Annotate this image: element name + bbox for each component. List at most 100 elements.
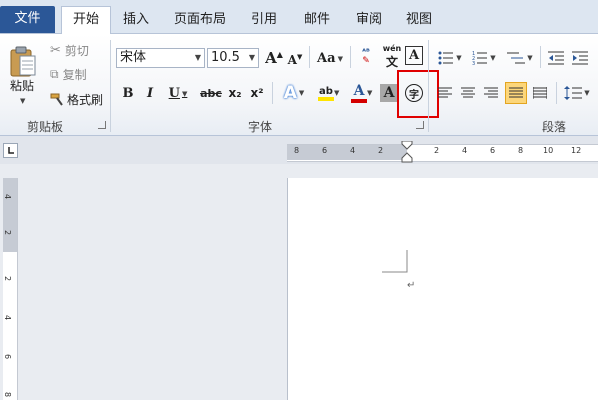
underline-icon: U	[168, 85, 180, 101]
character-shading-button[interactable]: A	[380, 84, 398, 102]
character-shading-icon: A	[383, 85, 395, 101]
indent-marker[interactable]	[401, 141, 413, 163]
bullet-list-icon	[438, 51, 454, 65]
tab-file[interactable]: 文件	[0, 6, 55, 33]
ruler-number: 8	[294, 146, 300, 155]
paragraph-mark-icon: ↵	[407, 280, 416, 291]
ruler-number: 12	[571, 146, 582, 155]
chevron-down-icon[interactable]: ▼	[334, 89, 339, 97]
separator	[309, 46, 310, 68]
tab-page-layout[interactable]: 页面布局	[166, 7, 234, 33]
grow-font-icon: A	[265, 49, 277, 67]
shrink-font-icon: A	[287, 53, 297, 67]
subscript-icon: x₂	[228, 86, 242, 100]
font-name-combo[interactable]: 宋体 ▼	[116, 48, 205, 68]
strikethrough-button[interactable]: abc	[200, 84, 222, 102]
superscript-icon: x²	[250, 86, 264, 100]
strikethrough-icon: abc	[200, 86, 222, 100]
left-tab-icon	[8, 147, 14, 154]
highlighter-icon: ab	[319, 85, 333, 97]
format-painter-button[interactable]: 格式刷	[50, 91, 103, 107]
multilevel-list-button[interactable]: ▼	[504, 48, 536, 68]
tab-selector-button[interactable]	[3, 143, 18, 158]
ruler-number: 4	[350, 146, 356, 155]
bold-button[interactable]: B	[120, 84, 136, 102]
character-border-button[interactable]: A	[405, 46, 423, 65]
phonetic-guide-icon: wén	[382, 44, 402, 53]
align-center-icon	[461, 87, 475, 98]
ruler-number: 6	[490, 146, 496, 155]
font-dialog-launcher[interactable]	[416, 121, 424, 129]
ruler-number: 10	[543, 146, 554, 155]
tab-references[interactable]: 引用	[244, 7, 284, 33]
ruler-numbers: 8 6 4 2 2 4 6 8 10 12	[287, 145, 598, 160]
ruler-number: 6	[3, 353, 13, 360]
change-case-button[interactable]: Aa ▼	[316, 48, 344, 68]
align-right-button[interactable]	[482, 84, 500, 102]
copy-button[interactable]: ⧉ 复制	[50, 66, 87, 82]
tab-view[interactable]: 视图	[399, 7, 439, 33]
ruler-number: 8	[518, 146, 524, 155]
align-right-icon	[484, 87, 498, 98]
decrease-indent-button[interactable]	[546, 48, 566, 68]
line-spacing-icon	[564, 86, 583, 100]
paste-dropdown-arrow[interactable]: ▼	[20, 97, 25, 105]
align-center-button[interactable]	[459, 84, 477, 102]
align-left-button[interactable]	[436, 84, 454, 102]
italic-icon: I	[146, 85, 154, 101]
cut-button[interactable]: ✂ 剪切	[50, 42, 89, 58]
separator	[556, 82, 557, 104]
text-effects-icon: A	[283, 83, 297, 103]
phonetic-guide-button[interactable]: wén 文	[381, 44, 403, 70]
increase-indent-button[interactable]	[570, 48, 590, 68]
chevron-down-icon[interactable]: ▼	[367, 89, 372, 97]
ruler-number: 4	[3, 314, 13, 321]
underline-button[interactable]: U ▼	[166, 84, 190, 102]
numbered-list-icon: 1 2 3	[472, 51, 488, 65]
align-left-icon	[438, 87, 452, 98]
decrease-indent-icon	[548, 51, 564, 65]
ruler-number: 8	[3, 391, 13, 398]
tab-home[interactable]: 开始	[61, 6, 111, 34]
separator	[272, 82, 273, 104]
ruler-number: 4	[3, 193, 13, 200]
format-painter-label: 格式刷	[67, 92, 104, 107]
ruler-number: 2	[378, 146, 384, 155]
justify-button[interactable]	[505, 82, 527, 104]
grow-font-button[interactable]: A ▲	[264, 48, 284, 68]
separator	[350, 46, 351, 68]
ruler-number: 2	[434, 146, 440, 155]
clipboard-dialog-launcher[interactable]	[98, 121, 106, 129]
justify-icon	[509, 87, 523, 98]
ribbon-tab-bar: 文件 开始 插入 页面布局 引用 邮件 审阅 视图	[0, 0, 598, 34]
font-color-icon: A	[353, 83, 365, 99]
tab-mailings[interactable]: 邮件	[297, 7, 337, 33]
font-group-label: 字体	[247, 120, 272, 134]
margin-corner-mark	[382, 250, 408, 273]
font-size-combo[interactable]: 10.5 ▼	[207, 48, 259, 68]
line-spacing-button[interactable]: ▼	[562, 82, 592, 104]
copy-icon: ⧉	[50, 66, 59, 81]
paragraph-group-label: 段落	[541, 120, 566, 134]
bold-icon: B	[122, 85, 134, 101]
text-effects-button[interactable]: A ▼	[280, 82, 308, 104]
bullets-button[interactable]: ▼	[436, 48, 464, 68]
distributed-icon	[533, 87, 547, 99]
group-separator	[110, 40, 111, 132]
character-border-icon: A	[408, 48, 420, 63]
subscript-button[interactable]: x₂	[226, 84, 244, 102]
distributed-button[interactable]	[531, 84, 549, 102]
separator	[540, 46, 541, 68]
chevron-down-icon: ▼	[194, 53, 201, 62]
copy-label: 复制	[62, 67, 87, 82]
document-page[interactable]	[288, 178, 598, 400]
svg-text:3: 3	[472, 61, 475, 65]
clear-formatting-button[interactable]: ᴬᴮ ✎	[356, 44, 376, 68]
numbering-button[interactable]: 1 2 3 ▼	[469, 48, 499, 68]
shrink-font-button[interactable]: A ▼	[286, 50, 304, 70]
clipboard-icon	[10, 46, 36, 77]
italic-button[interactable]: I	[143, 84, 157, 102]
superscript-button[interactable]: x²	[248, 84, 266, 102]
tab-review[interactable]: 审阅	[349, 7, 389, 33]
tab-insert[interactable]: 插入	[115, 7, 157, 33]
